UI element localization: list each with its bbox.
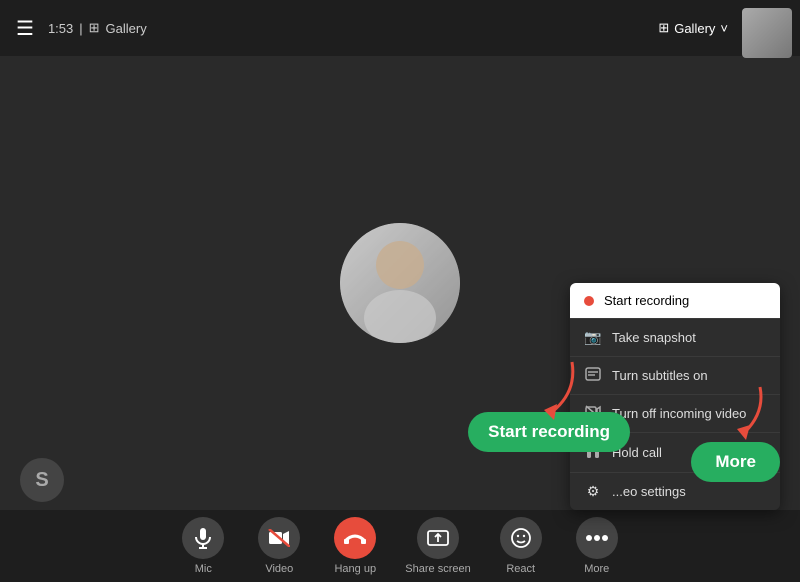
video-label: Video (265, 563, 293, 575)
video-icon (258, 517, 300, 559)
call-timer: 1:53 (48, 21, 73, 36)
top-left: ☰ 1:53 | ⊞ Gallery (16, 16, 147, 41)
menu-item-label: Start recording (604, 293, 689, 308)
menu-item-label: ...eo settings (612, 484, 686, 499)
video-button[interactable]: Video (253, 517, 305, 575)
hangup-button[interactable]: Hang up (329, 517, 381, 575)
hangup-icon (334, 517, 376, 559)
mic-button[interactable]: Mic (177, 517, 229, 575)
grid-view-icon: ⊞ (658, 20, 669, 36)
top-right: ⊞ Gallery ˅ 👤 (650, 10, 784, 46)
mic-label: Mic (195, 563, 212, 575)
separator: | (79, 21, 82, 36)
more-button[interactable]: More (571, 517, 623, 575)
bottom-toolbar: Mic Video Hang up (0, 510, 800, 582)
menu-item-label: Take snapshot (612, 330, 696, 345)
mic-icon (182, 517, 224, 559)
share-screen-icon (417, 517, 459, 559)
snapshot-icon: 📷 (584, 329, 602, 346)
participant-avatar (340, 223, 460, 343)
gallery-icon: ⊞ (89, 20, 100, 36)
menu-item-subtitles[interactable]: Turn subtitles on (570, 357, 780, 395)
more-label: More (584, 563, 609, 575)
top-bar: ☰ 1:53 | ⊞ Gallery ⊞ Gallery ˅ 👤 (0, 0, 800, 56)
start-recording-callout[interactable]: Start recording (468, 412, 630, 452)
share-label: Share screen (405, 563, 470, 575)
self-badge: S (20, 458, 64, 502)
more-icon (576, 517, 618, 559)
menu-item-start-recording[interactable]: Start recording (570, 283, 780, 319)
menu-item-label: Turn subtitles on (612, 368, 708, 383)
menu-item-label: Turn off incoming video (612, 406, 746, 421)
timer-gallery: 1:53 | ⊞ Gallery (48, 20, 147, 36)
react-icon (500, 517, 542, 559)
hangup-label: Hang up (334, 563, 376, 575)
settings-icon: ⚙ (584, 483, 602, 500)
video-thumbnail (742, 8, 792, 58)
chevron-down-icon: ˅ (720, 21, 728, 36)
more-callout[interactable]: More (691, 442, 780, 482)
share-screen-button[interactable]: Share screen (405, 517, 470, 575)
subtitles-icon (584, 367, 602, 384)
gallery-label: Gallery (106, 21, 147, 36)
react-button[interactable]: React (495, 517, 547, 575)
record-dot-icon (584, 296, 594, 306)
participant-avatar-inner (340, 223, 460, 343)
menu-item-take-snapshot[interactable]: 📷 Take snapshot (570, 319, 780, 357)
grid-view-button[interactable]: ⊞ Gallery ˅ (650, 16, 736, 40)
react-label: React (506, 563, 535, 575)
hamburger-icon[interactable]: ☰ (16, 16, 34, 41)
grid-view-label: Gallery (674, 21, 715, 36)
